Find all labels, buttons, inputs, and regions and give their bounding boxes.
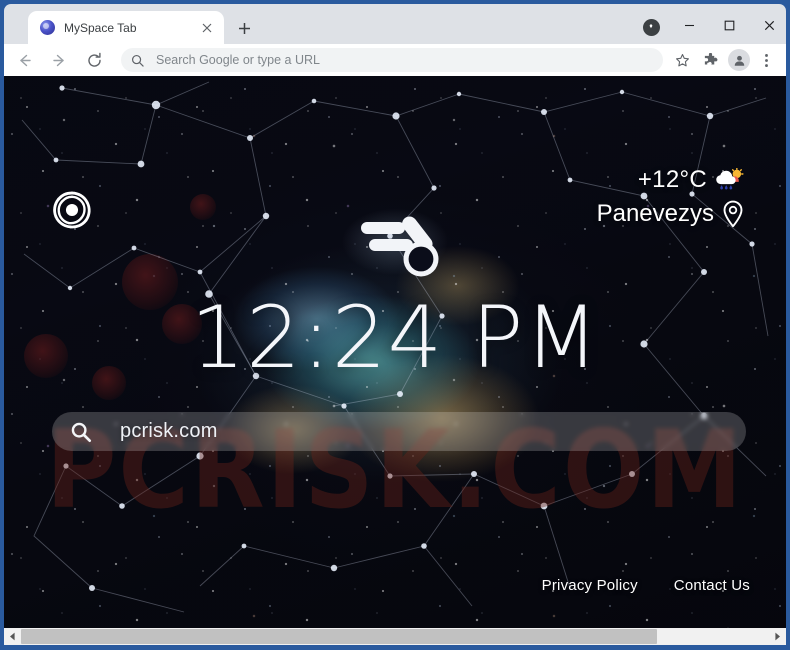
location-pin-icon bbox=[722, 200, 744, 228]
weather-location-row: Panevezys bbox=[597, 200, 744, 228]
profile-chip-button[interactable] bbox=[638, 14, 664, 40]
browser-tab[interactable]: MySpace Tab bbox=[28, 11, 224, 44]
close-tab-icon[interactable] bbox=[198, 19, 216, 37]
weather-widget[interactable]: +12°C Panevezys bbox=[597, 166, 744, 228]
myspace-tab-favicon bbox=[40, 20, 55, 35]
scroll-left-arrow-icon[interactable] bbox=[4, 628, 21, 645]
address-bar[interactable]: Search Google or type a URL bbox=[121, 48, 663, 72]
browser-toolbar: Search Google or type a URL bbox=[4, 44, 786, 76]
page-viewport: PCRISK.COM 12:24 PM +12°C Panevezys pcri… bbox=[4, 76, 786, 628]
weather-temperature: +12°C bbox=[637, 166, 707, 193]
search-magnifier-icon bbox=[70, 421, 92, 443]
weather-temperature-row: +12°C bbox=[597, 166, 744, 194]
profile-chip-icon bbox=[642, 18, 660, 36]
reload-button[interactable] bbox=[79, 45, 109, 75]
scroll-right-arrow-icon[interactable] bbox=[769, 628, 786, 645]
tab-strip: MySpace Tab bbox=[4, 4, 786, 44]
extensions-puzzle-icon[interactable] bbox=[697, 47, 723, 73]
browser-window: MySpace Tab Search Google or type a URL … bbox=[0, 0, 790, 650]
clock-display: 12:24 PM bbox=[190, 288, 600, 388]
window-close-button[interactable] bbox=[752, 10, 786, 40]
profile-avatar-button[interactable] bbox=[728, 49, 750, 71]
browser-menu-button[interactable] bbox=[753, 47, 779, 73]
aperture-logo[interactable] bbox=[50, 188, 94, 232]
address-bar-placeholder: Search Google or type a URL bbox=[156, 53, 320, 67]
contact-us-link[interactable]: Contact Us bbox=[674, 577, 750, 594]
window-minimize-button[interactable] bbox=[672, 10, 706, 40]
weather-city: Panevezys bbox=[596, 200, 714, 227]
new-tab-button[interactable] bbox=[232, 16, 256, 40]
bookmark-star-icon[interactable] bbox=[669, 47, 695, 73]
tab-title: MySpace Tab bbox=[64, 20, 137, 35]
search-input[interactable]: pcrisk.com bbox=[52, 412, 746, 451]
window-maximize-button[interactable] bbox=[712, 10, 746, 40]
cloud-rain-sun-icon bbox=[714, 167, 744, 192]
window-bottom-frame bbox=[0, 645, 790, 650]
search-input-value: pcrisk.com bbox=[120, 420, 218, 442]
footer-links: Privacy Policy Contact Us bbox=[542, 577, 750, 594]
back-button[interactable] bbox=[9, 45, 39, 75]
privacy-policy-link[interactable]: Privacy Policy bbox=[542, 577, 638, 594]
scrollbar-thumb[interactable] bbox=[21, 629, 657, 644]
comet-icon bbox=[359, 214, 445, 280]
horizontal-scrollbar[interactable] bbox=[4, 628, 786, 645]
scrollbar-track[interactable] bbox=[21, 628, 769, 645]
search-icon bbox=[131, 54, 147, 67]
forward-button[interactable] bbox=[44, 45, 74, 75]
